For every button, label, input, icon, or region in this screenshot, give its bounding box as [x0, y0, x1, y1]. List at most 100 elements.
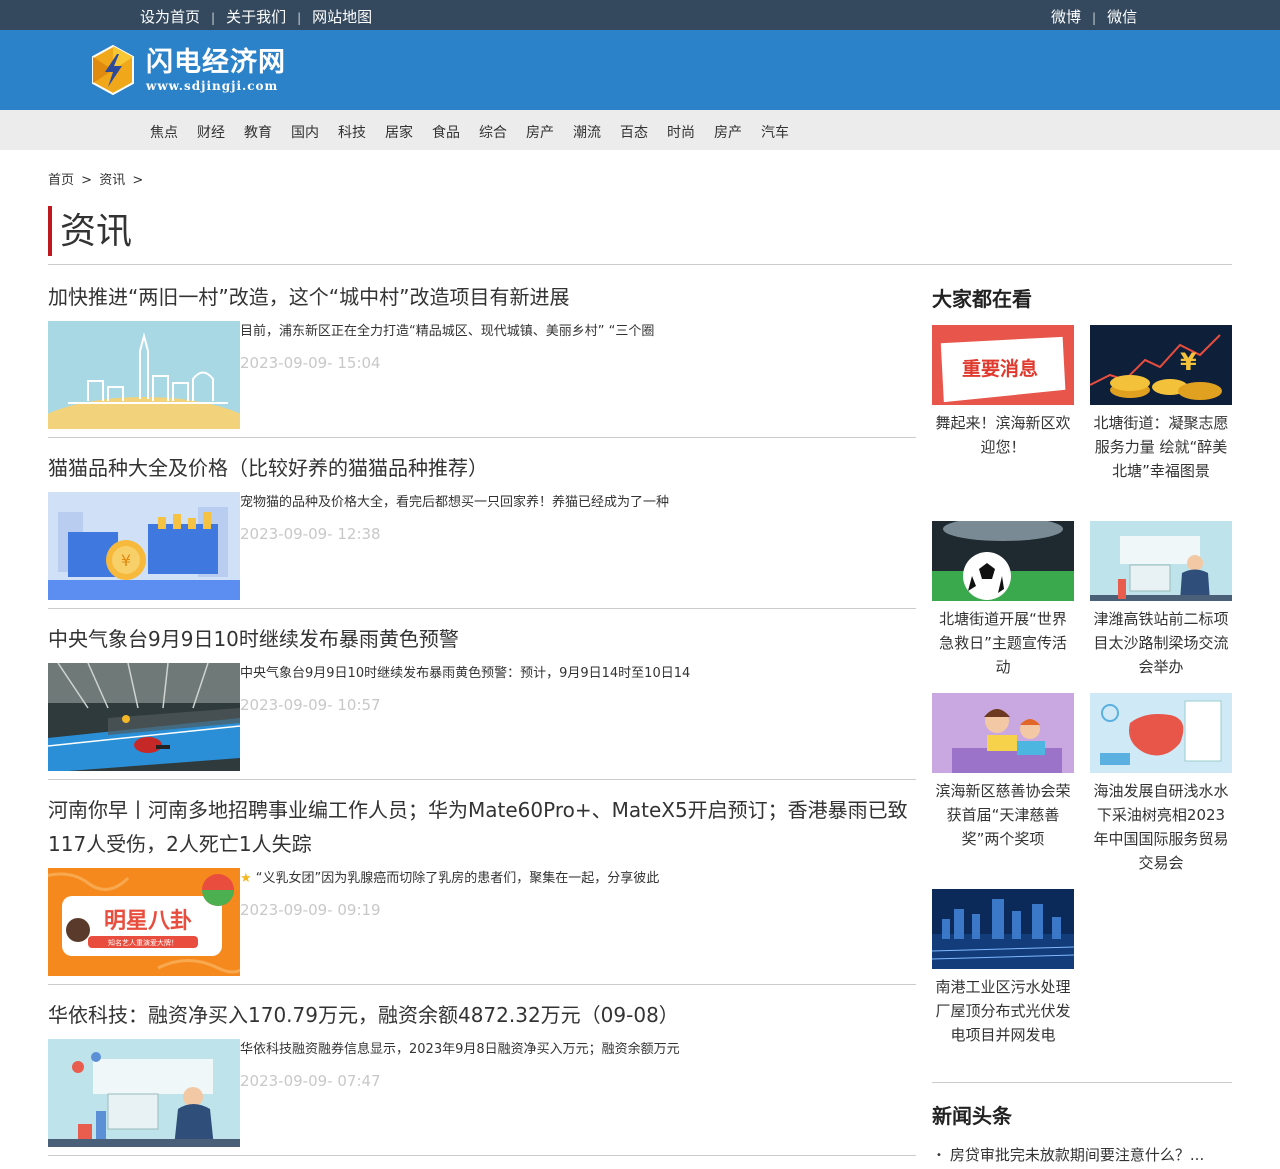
popular-thumbnail[interactable]: [1090, 521, 1232, 601]
article-item: 河南你早丨河南多地招聘事业编工作人员；华为Mate60Pro+、MateX5开启…: [48, 793, 916, 985]
article-thumbnail[interactable]: [48, 321, 240, 429]
page-title: 资讯: [48, 206, 132, 256]
article-summary: 中央气象台9月9日10时继续发布暴雨黄色预警：预计，9月9日14时至10日14: [240, 666, 691, 681]
top-links-left: 设为首页 | 关于我们 | 网站地图: [140, 6, 372, 27]
top-bar: 设为首页 | 关于我们 | 网站地图 微博 | 微信: [0, 0, 1280, 30]
sitemap-link[interactable]: 网站地图: [312, 6, 372, 27]
popular-heading: 大家都在看: [932, 287, 1032, 311]
article-summary: 华依科技融资融券信息显示，2023年9月8日融资净买入万元；融资余额万元: [240, 1042, 680, 1057]
article-thumbnail[interactable]: [48, 663, 240, 771]
nav-item[interactable]: 国内: [291, 122, 319, 142]
article-thumbnail[interactable]: [48, 1039, 240, 1147]
popular-card[interactable]: 北塘街道开展“世界急救日”主题宣传活动: [932, 521, 1074, 679]
breadcrumb-sep: >: [132, 173, 144, 188]
popular-card[interactable]: 重要消息 舞起来！滨海新区欢迎您！: [932, 325, 1074, 459]
nav-item[interactable]: 教育: [244, 122, 272, 142]
article-summary: 目前，浦东新区正在全力打造“精品城区、现代城镇、美丽乡村” “三个圈: [240, 324, 655, 339]
popular-caption[interactable]: 滨海新区慈善协会荣获首届“天津慈善奖”两个奖项: [932, 779, 1074, 851]
nav-item[interactable]: 焦点: [150, 122, 178, 142]
nav-item[interactable]: 时尚: [667, 122, 695, 142]
nav-item[interactable]: 汽车: [761, 122, 789, 142]
popular-grid: 重要消息 舞起来！滨海新区欢迎您！ ¥ 北塘街道：凝聚志愿服务力量 绘就“醉美北…: [932, 316, 1232, 1106]
article-item: 加快推进“两旧一村”改造，这个“城中村”改造项目有新进展 目前，浦东新区正在全力…: [48, 280, 916, 438]
popular-caption[interactable]: 北塘街道开展“世界急救日”主题宣传活动: [932, 607, 1074, 679]
separator: |: [211, 10, 216, 25]
article-date: 2023-09-09- 12:38: [240, 525, 381, 543]
article-title[interactable]: 华依科技：融资净买入170.79万元，融资余额4872.32万元（09-08）: [48, 998, 916, 1032]
nav-item[interactable]: 居家: [385, 122, 413, 142]
popular-thumbnail[interactable]: [1090, 693, 1232, 773]
popular-card[interactable]: ¥ 北塘街道：凝聚志愿服务力量 绘就“醉美北塘”幸福图景: [1090, 325, 1232, 483]
site-url: www.sdjingji.com: [146, 79, 279, 93]
article-title[interactable]: 猫猫品种大全及价格（比较好养的猫猫品种推荐）: [48, 451, 916, 485]
divider: [48, 264, 1232, 265]
popular-caption[interactable]: 海油发展自研浅水水下采油树亮相2023年中国国际服务贸易交易会: [1090, 779, 1232, 875]
nav-item[interactable]: 财经: [197, 122, 225, 142]
main-nav: 焦点 财经 教育 国内 科技 居家 食品 综合 房产 潮流 百态 时尚 房产 汽车: [0, 110, 1280, 150]
article-date: 2023-09-09- 10:57: [240, 696, 381, 714]
article-date: 2023-09-09- 09:19: [240, 901, 381, 919]
headlines-list: 房贷审批完未放款期间要注意什么？...: [936, 1144, 1204, 1165]
article-thumbnail[interactable]: 明星八卦 知名艺人重演爱大牌！: [48, 868, 240, 976]
nav-item[interactable]: 房产: [714, 122, 742, 142]
breadcrumb-current[interactable]: 资讯: [99, 173, 125, 188]
article-date: 2023-09-09- 07:47: [240, 1072, 381, 1090]
headline-item[interactable]: 房贷审批完未放款期间要注意什么？...: [936, 1144, 1204, 1165]
nav-list: 焦点 财经 教育 国内 科技 居家 食品 综合 房产 潮流 百态 时尚 房产 汽车: [150, 122, 808, 142]
article-title[interactable]: 加快推进“两旧一村”改造，这个“城中村”改造项目有新进展: [48, 280, 916, 314]
popular-thumbnail-text: 重要消息: [962, 357, 1038, 380]
weibo-link[interactable]: 微博: [1051, 6, 1081, 27]
breadcrumb: 首页 > 资讯 >: [48, 169, 146, 188]
nav-item[interactable]: 食品: [432, 122, 460, 142]
popular-caption[interactable]: 南港工业区污水处理厂屋顶分布式光伏发电项目并网发电: [932, 975, 1074, 1047]
article-date: 2023-09-09- 15:04: [240, 354, 381, 372]
nav-item[interactable]: 潮流: [573, 122, 601, 142]
breadcrumb-home[interactable]: 首页: [48, 173, 74, 188]
article-summary: 宠物猫的品种及价格大全，看完后都想买一只回家养！养猫已经成为了一种: [240, 495, 670, 510]
top-links-right: 微博 | 微信: [1051, 6, 1137, 27]
article-item: 中央气象台9月9日10时继续发布暴雨黄色预警 中央气象台9月9日10时继续发布暴…: [48, 622, 916, 780]
about-us-link[interactable]: 关于我们: [226, 6, 286, 27]
popular-card[interactable]: 海油发展自研浅水水下采油树亮相2023年中国国际服务贸易交易会: [1090, 693, 1232, 875]
popular-caption[interactable]: 舞起来！滨海新区欢迎您！: [932, 411, 1074, 459]
nav-item[interactable]: 百态: [620, 122, 648, 142]
popular-thumbnail[interactable]: ¥: [1090, 325, 1232, 405]
popular-thumbnail[interactable]: [932, 521, 1074, 601]
nav-item[interactable]: 综合: [479, 122, 507, 142]
site-name: 闪电经济网: [146, 47, 286, 78]
wechat-link[interactable]: 微信: [1107, 6, 1137, 27]
popular-card[interactable]: 滨海新区慈善协会荣获首届“天津慈善奖”两个奖项: [932, 693, 1074, 851]
separator: |: [1092, 10, 1097, 25]
thumbnail-subtext: 知名艺人重演爱大牌！: [108, 938, 178, 947]
popular-thumbnail[interactable]: [932, 693, 1074, 773]
svg-text:¥: ¥: [121, 551, 131, 570]
star-icon: ★: [240, 871, 252, 886]
thumbnail-text: 明星八卦: [104, 909, 192, 934]
popular-thumbnail[interactable]: 重要消息: [932, 325, 1074, 405]
sidebar: 大家都在看 重要消息 舞起来！滨海新区欢迎您！ ¥ 北塘街道：凝聚志愿服务力量 …: [932, 282, 1232, 1164]
article-title[interactable]: 河南你早丨河南多地招聘事业编工作人员；华为Mate60Pro+、MateX5开启…: [48, 793, 916, 861]
popular-caption[interactable]: 北塘街道：凝聚志愿服务力量 绘就“醉美北塘”幸福图景: [1090, 411, 1232, 483]
svg-text:¥: ¥: [1180, 348, 1197, 376]
nav-item[interactable]: 房产: [526, 122, 554, 142]
popular-card[interactable]: 津潍高铁站前二标项目太沙路制梁场交流会举办: [1090, 521, 1232, 679]
article-thumbnail[interactable]: ¥: [48, 492, 240, 600]
site-logo[interactable]: 闪电经济网 www.sdjingji.com: [88, 44, 286, 96]
nav-item[interactable]: 科技: [338, 122, 366, 142]
popular-caption[interactable]: 津潍高铁站前二标项目太沙路制梁场交流会举办: [1090, 607, 1232, 679]
article-title[interactable]: 中央气象台9月9日10时继续发布暴雨黄色预警: [48, 622, 916, 656]
site-header: 闪电经济网 www.sdjingji.com: [0, 30, 1280, 110]
article-list: 加快推进“两旧一村”改造，这个“城中村”改造项目有新进展 目前，浦东新区正在全力…: [48, 280, 916, 1169]
article-summary: ★ “义乳女团”因为乳腺癌而切除了乳房的患者们，聚集在一起，分享彼此: [240, 869, 659, 889]
breadcrumb-sep: >: [81, 173, 93, 188]
lightning-logo-icon: [92, 44, 134, 96]
article-item: 猫猫品种大全及价格（比较好养的猫猫品种推荐） ¥ 宠物猫的品种及价格大全，看完后…: [48, 451, 916, 609]
divider: [932, 1082, 1232, 1083]
separator: |: [297, 10, 302, 25]
set-homepage-link[interactable]: 设为首页: [140, 6, 200, 27]
popular-card[interactable]: 南港工业区污水处理厂屋顶分布式光伏发电项目并网发电: [932, 889, 1074, 1047]
popular-thumbnail[interactable]: [932, 889, 1074, 969]
headlines-heading: 新闻头条: [932, 1104, 1012, 1128]
article-summary-text: “义乳女团”因为乳腺癌而切除了乳房的患者们，聚集在一起，分享彼此: [255, 871, 660, 886]
article-item: 华依科技：融资净买入170.79万元，融资余额4872.32万元（09-08）: [48, 998, 916, 1156]
